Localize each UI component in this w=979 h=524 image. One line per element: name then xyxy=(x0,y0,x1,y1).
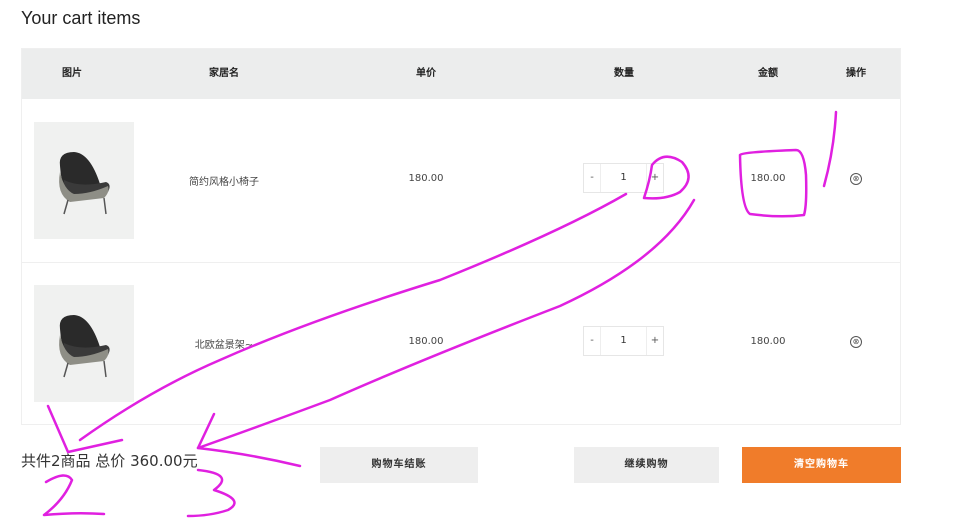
continue-shopping-button[interactable]: 继续购物 xyxy=(574,447,719,483)
unit-price: 180.00 xyxy=(408,173,444,184)
decrease-button[interactable]: - xyxy=(584,327,601,355)
cart-table: 图片 家居名 单价 数量 金额 操作 简约风格小椅子 180.00 - 1 + … xyxy=(21,48,901,425)
checkout-button[interactable]: 购物车结账 xyxy=(320,447,478,483)
increase-button[interactable]: + xyxy=(646,164,663,192)
line-amount: 180.00 xyxy=(750,173,786,184)
page-title: Your cart items xyxy=(21,8,141,28)
quantity-stepper: - 1 + xyxy=(583,326,664,356)
product-name[interactable]: 简约风格小椅子 xyxy=(189,173,259,188)
col-header-name: 家居名 xyxy=(209,68,239,79)
product-image[interactable] xyxy=(34,122,134,239)
table-row: 北欧盆景架~ 180.00 - 1 + 180.00 ⊗ xyxy=(22,262,900,425)
chair-icon xyxy=(59,152,110,215)
table-row: 简约风格小椅子 180.00 - 1 + 180.00 ⊗ xyxy=(22,99,900,263)
decrease-button[interactable]: - xyxy=(584,164,601,192)
chair-icon xyxy=(59,315,110,378)
increase-button[interactable]: + xyxy=(646,327,663,355)
clear-cart-button[interactable]: 清空购物车 xyxy=(742,447,901,483)
col-header-quantity: 数量 xyxy=(614,68,634,79)
digit-2-mark xyxy=(42,474,106,517)
col-header-amount: 金额 xyxy=(758,68,778,79)
remove-item-icon[interactable]: ⊗ xyxy=(850,336,862,348)
unit-price: 180.00 xyxy=(408,336,444,347)
quantity-input[interactable]: 1 xyxy=(601,327,646,355)
quantity-stepper: - 1 + xyxy=(583,163,664,193)
quantity-input[interactable]: 1 xyxy=(601,164,646,192)
remove-item-icon[interactable]: ⊗ xyxy=(850,173,862,185)
table-header: 图片 家居名 单价 数量 金额 操作 xyxy=(22,49,900,99)
product-image[interactable] xyxy=(34,285,134,402)
col-header-image: 图片 xyxy=(62,68,82,79)
col-header-actions: 操作 xyxy=(846,68,866,79)
line-amount: 180.00 xyxy=(750,336,786,347)
cart-summary: 共件2商品 总价 360.00元 xyxy=(21,452,198,470)
digit-3-mark xyxy=(186,468,236,518)
product-name[interactable]: 北欧盆景架~ xyxy=(195,336,253,351)
col-header-unit-price: 单价 xyxy=(416,68,436,79)
